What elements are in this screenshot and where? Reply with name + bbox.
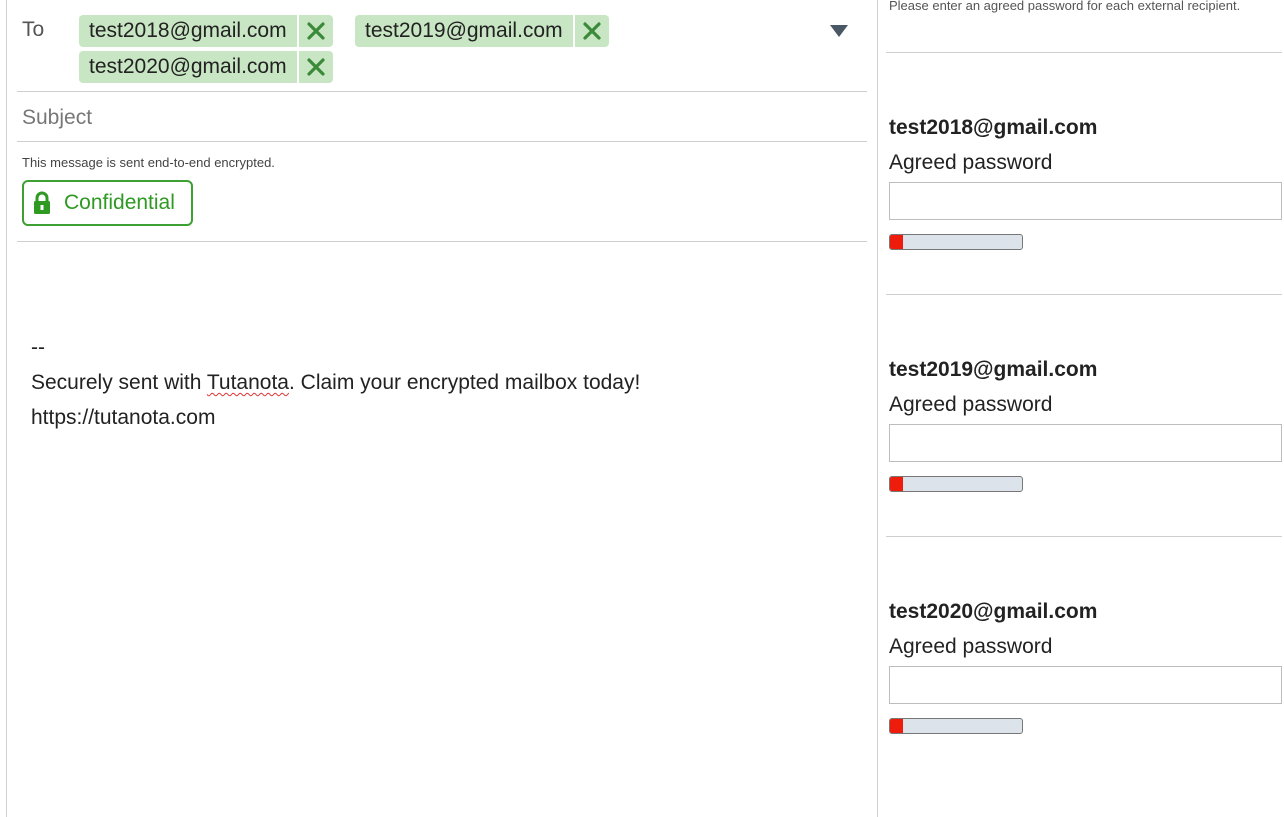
password-strength-fill (890, 235, 904, 249)
recipient-email: test2019@gmail.com (889, 358, 1098, 381)
recipient-chip-email: test2018@gmail.com (89, 19, 287, 42)
subject-divider (17, 141, 867, 142)
lock-icon (33, 191, 51, 215)
password-hint: Please enter an agreed password for each… (889, 0, 1241, 13)
password-panel: Please enter an agreed password for each… (878, 0, 1284, 817)
signature-text: Securely sent with (31, 371, 207, 394)
to-divider (17, 91, 867, 92)
password-strength-bar (889, 234, 1023, 250)
triangle-down-icon[interactable] (829, 24, 849, 38)
confidential-button[interactable]: Confidential (22, 180, 193, 226)
password-label: Agreed password (889, 635, 1053, 658)
close-icon[interactable] (299, 15, 333, 47)
signature-text: . Claim your encrypted mailbox today! (289, 371, 641, 394)
close-icon[interactable] (575, 15, 609, 47)
recipient-chip[interactable]: test2019@gmail.com (355, 15, 609, 47)
recipient-chip-email: test2019@gmail.com (365, 19, 563, 42)
recipient-chip[interactable]: test2020@gmail.com (79, 51, 333, 83)
password-input[interactable] (889, 424, 1282, 462)
recipient-chip-email: test2020@gmail.com (89, 55, 287, 78)
password-strength-fill (890, 719, 904, 733)
compose-area: To test2018@gmail.com test2019@gmail.com… (0, 0, 878, 817)
confidential-label: Confidential (64, 191, 175, 214)
signature-link[interactable]: https://tutanota.com (31, 406, 215, 430)
encryption-note: This message is sent end-to-end encrypte… (22, 155, 275, 170)
hint-divider (886, 52, 1282, 53)
to-label: To (22, 18, 45, 41)
signature-separator: -- (31, 336, 45, 359)
close-icon[interactable] (299, 51, 333, 83)
password-strength-bar (889, 718, 1023, 734)
spellcheck-word: Tutanota (206, 371, 289, 394)
password-strength-bar (889, 476, 1023, 492)
entry-divider (886, 294, 1282, 295)
recipient-email: test2020@gmail.com (889, 600, 1098, 623)
header-divider (17, 241, 867, 242)
recipient-chip[interactable]: test2018@gmail.com (79, 15, 333, 47)
entry-divider (886, 536, 1282, 537)
password-label: Agreed password (889, 151, 1053, 174)
password-label: Agreed password (889, 393, 1053, 416)
signature-line: Securely sent with Tutanota. Claim your … (31, 371, 640, 395)
password-input[interactable] (889, 666, 1282, 704)
recipient-email: test2018@gmail.com (889, 116, 1098, 139)
left-border (6, 0, 7, 817)
password-strength-fill (890, 477, 904, 491)
subject-input[interactable] (22, 100, 862, 136)
password-input[interactable] (889, 182, 1282, 220)
